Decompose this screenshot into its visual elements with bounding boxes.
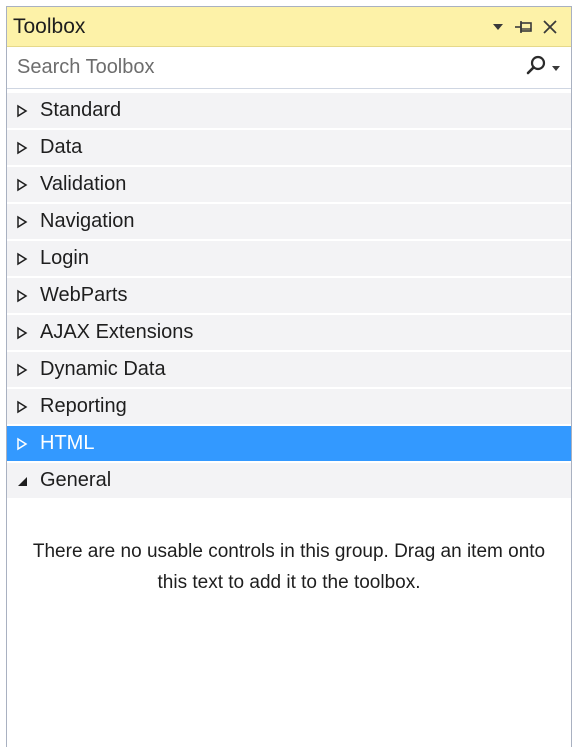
group-reporting[interactable]: Reporting [7,389,571,424]
group-dynamic-data[interactable]: Dynamic Data [7,352,571,387]
group-label: Standard [40,99,122,121]
group-validation[interactable]: Validation [7,167,571,202]
group-label: WebParts [40,284,128,306]
expand-arrow-icon [16,252,40,266]
toolbox-group-list: Standard Data Validation Navigation Logi… [7,89,571,598]
expand-arrow-icon [16,437,40,451]
close-icon[interactable] [537,14,563,40]
group-label: Reporting [40,395,127,417]
group-webparts[interactable]: WebParts [7,278,571,313]
group-label: General [40,469,112,491]
chevron-down-icon [551,59,561,77]
search-bar [7,47,571,89]
group-html[interactable]: HTML [7,426,571,461]
expand-arrow-icon [16,289,40,303]
expand-arrow-icon [16,400,40,414]
group-label: HTML [40,432,95,454]
group-label: Dynamic Data [40,358,166,380]
group-standard[interactable]: Standard [7,93,571,128]
empty-group-message: There are no usable controls in this gro… [32,541,546,593]
expand-arrow-icon [16,326,40,340]
group-label: Validation [40,173,127,195]
group-label: Navigation [40,210,135,232]
group-general[interactable]: General [7,463,571,498]
collapse-arrow-icon [16,474,40,488]
search-button[interactable] [521,54,565,81]
expand-arrow-icon [16,141,40,155]
group-ajax-extensions[interactable]: AJAX Extensions [7,315,571,350]
dropdown-arrow-icon[interactable] [485,14,511,40]
group-label: Data [40,136,83,158]
group-data[interactable]: Data [7,130,571,165]
title-bar: Toolbox [7,7,571,47]
expand-arrow-icon [16,178,40,192]
search-icon [525,54,547,81]
expand-arrow-icon [16,104,40,118]
search-input[interactable] [17,56,521,79]
pin-icon[interactable] [511,14,537,40]
expand-arrow-icon [16,363,40,377]
toolbox-window: Toolbox Search Toolbox Standard Data Val… [6,6,572,747]
group-label: Login [40,247,89,269]
group-login[interactable]: Login [7,241,571,276]
expand-arrow-icon [16,215,40,229]
group-label: AJAX Extensions [40,321,194,343]
window-title: Toolbox [13,14,86,38]
group-navigation[interactable]: Navigation [7,204,571,239]
